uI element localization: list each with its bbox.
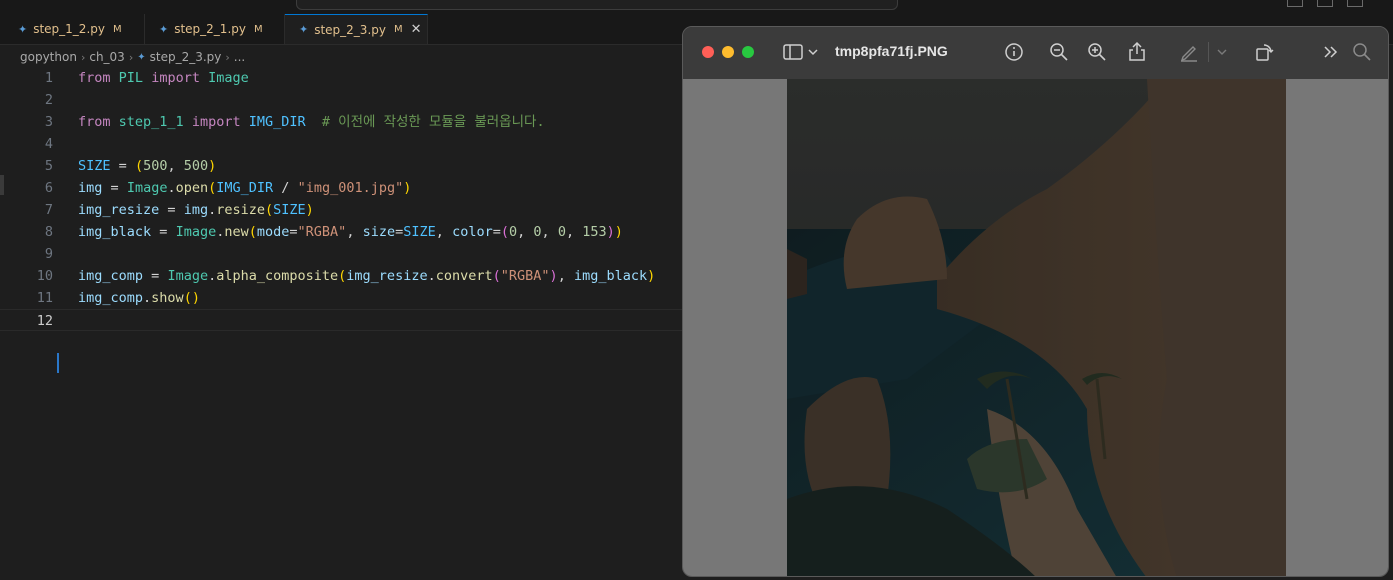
- zoom-out-icon[interactable]: [1048, 41, 1070, 63]
- code-editor[interactable]: 1 from PIL import Image 2 3 from step_1_1 im…: [0, 67, 682, 580]
- code-line[interactable]: 8 img_black = Image.new(mode="RGBA", size…: [0, 221, 682, 243]
- preview-canvas: [683, 79, 1388, 576]
- tab-step-2-3[interactable]: ✦ step_2_3.py M ✕: [285, 14, 428, 44]
- zoom-in-icon[interactable]: [1086, 41, 1108, 63]
- share-icon[interactable]: [1126, 41, 1148, 63]
- code-text: from PIL import Image: [78, 70, 249, 86]
- tab-step-1-2[interactable]: ✦ step_1_2.py M: [0, 14, 145, 44]
- python-file-icon: ✦: [137, 51, 146, 63]
- modified-badge: M: [393, 24, 403, 35]
- preview-image: [787, 79, 1286, 576]
- line-number: 12: [36, 313, 53, 329]
- markup-pen-icon[interactable]: [1178, 41, 1200, 63]
- python-file-icon: ✦: [18, 22, 28, 36]
- breadcrumb: gopython › ch_03 › ✦ step_2_3.py › ...: [20, 48, 245, 66]
- breadcrumb-item[interactable]: step_2_3.py: [150, 50, 222, 64]
- line-number: 3: [44, 114, 53, 130]
- tab-label: step_2_3.py: [314, 22, 386, 37]
- command-center[interactable]: [296, 0, 898, 10]
- close-window-button[interactable]: [702, 46, 714, 58]
- breadcrumb-item[interactable]: ...: [234, 50, 245, 64]
- minimize-window-button[interactable]: [722, 46, 734, 58]
- code-text: from step_1_1 import IMG_DIR # 이전에 작성한 모…: [78, 114, 545, 130]
- code-text: img = Image.open(IMG_DIR / "img_001.jpg"…: [78, 180, 412, 196]
- layout-icon[interactable]: [1317, 0, 1333, 7]
- code-line[interactable]: 2: [0, 89, 682, 111]
- chevron-right-icon: ›: [128, 50, 134, 64]
- code-text: img_black = Image.new(mode="RGBA", size=…: [78, 224, 623, 240]
- preview-window[interactable]: tmp8pfa71fj.PNG: [682, 26, 1389, 577]
- code-line[interactable]: 3 from step_1_1 import IMG_DIR # 이전에 작성한 …: [0, 111, 682, 133]
- chevron-right-icon: ›: [225, 50, 230, 64]
- line-number: 1: [44, 70, 53, 86]
- modified-badge: M: [253, 23, 263, 35]
- code-line[interactable]: 12: [0, 309, 682, 331]
- search-icon[interactable]: [1351, 41, 1373, 63]
- code-line[interactable]: 7 img_resize = img.resize(SIZE): [0, 199, 682, 221]
- code-line[interactable]: 4: [0, 133, 682, 155]
- layout-icon[interactable]: [1287, 0, 1303, 7]
- tab-label: step_2_1.py: [174, 22, 246, 36]
- toolbar-divider: [1208, 42, 1209, 62]
- line-number: 2: [44, 92, 53, 108]
- code-text: SIZE = (500, 500): [78, 158, 217, 174]
- line-number: 10: [36, 268, 53, 284]
- sidebar-icon[interactable]: [782, 41, 804, 63]
- code-line[interactable]: 10 img_comp = Image.alpha_composite(img_r…: [0, 265, 682, 287]
- code-line[interactable]: 1 from PIL import Image: [0, 67, 682, 89]
- more-chevrons-icon[interactable]: [1320, 41, 1342, 63]
- line-number: 5: [44, 158, 53, 174]
- chevron-down-icon[interactable]: [1216, 41, 1228, 63]
- breadcrumb-item[interactable]: ch_03: [89, 50, 124, 64]
- rotate-icon[interactable]: [1253, 41, 1275, 63]
- code-text: img_comp = Image.alpha_composite(img_res…: [78, 268, 656, 284]
- code-line[interactable]: 9: [0, 243, 682, 265]
- python-file-icon: ✦: [159, 22, 169, 36]
- code-line[interactable]: 5 SIZE = (500, 500): [0, 155, 682, 177]
- line-number: 4: [44, 136, 53, 152]
- breadcrumb-item[interactable]: gopython: [20, 50, 77, 64]
- tab-label: step_1_2.py: [33, 22, 105, 36]
- preview-file-title: tmp8pfa71fj.PNG: [835, 43, 948, 59]
- title-bar: [0, 0, 1393, 14]
- code-text: img_comp.show(): [78, 290, 200, 306]
- tab-step-2-1[interactable]: ✦ step_2_1.py M: [145, 14, 285, 44]
- preview-toolbar: tmp8pfa71fj.PNG: [683, 27, 1388, 80]
- info-icon[interactable]: [1003, 41, 1025, 63]
- layout-icon[interactable]: [1347, 0, 1363, 7]
- close-icon[interactable]: ✕: [411, 22, 422, 37]
- chevron-down-icon[interactable]: [807, 41, 819, 63]
- line-number: 9: [44, 246, 53, 262]
- zoom-window-button[interactable]: [742, 46, 754, 58]
- code-line[interactable]: 6 img = Image.open(IMG_DIR / "img_001.jpg…: [0, 177, 682, 199]
- chevron-right-icon: ›: [80, 50, 86, 64]
- line-number: 6: [44, 180, 53, 196]
- python-file-icon: ✦: [299, 23, 309, 36]
- code-text: img_resize = img.resize(SIZE): [78, 202, 314, 218]
- git-change-marker: [57, 353, 59, 373]
- line-number: 11: [36, 290, 53, 306]
- modified-badge: M: [112, 23, 122, 35]
- line-number: 7: [44, 202, 53, 218]
- code-line[interactable]: 11 img_comp.show(): [0, 287, 682, 309]
- line-number: 8: [44, 224, 53, 240]
